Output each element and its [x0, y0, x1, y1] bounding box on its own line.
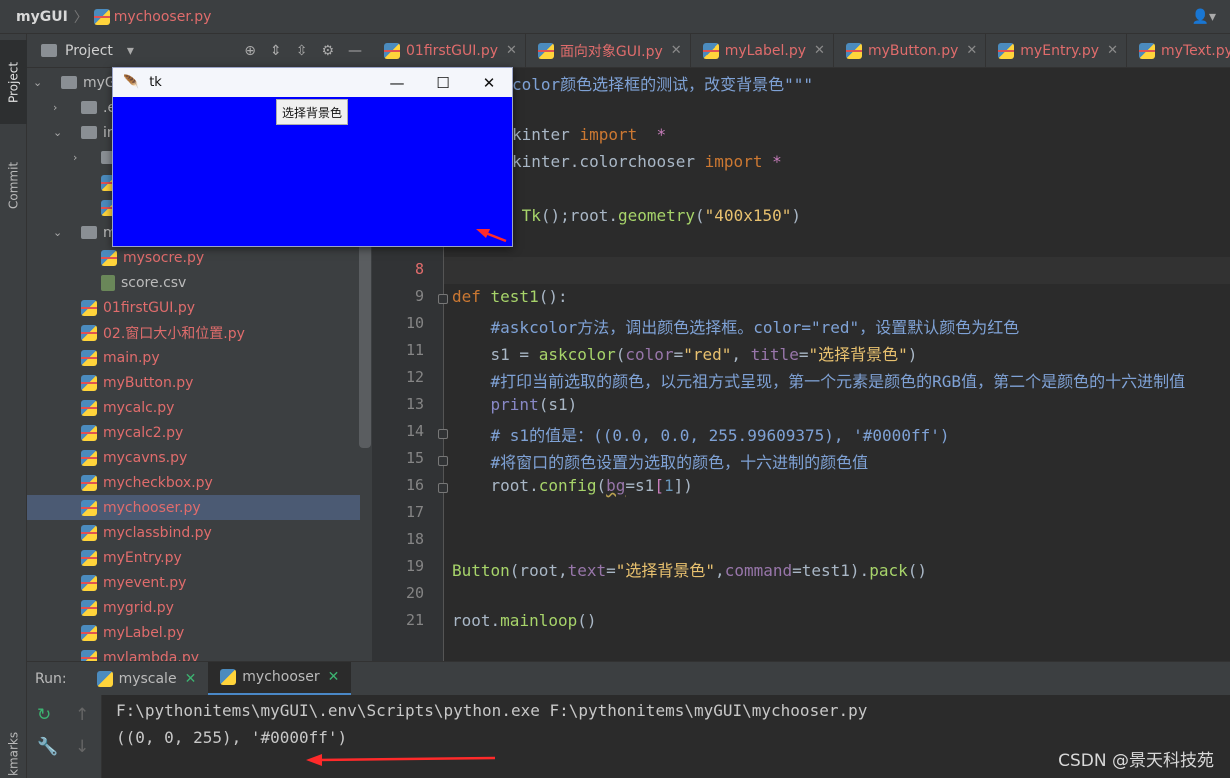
annotation-arrow-console: [306, 754, 496, 766]
annotation-arrows: [306, 229, 507, 766]
annotation-arrow-window: [476, 229, 507, 243]
